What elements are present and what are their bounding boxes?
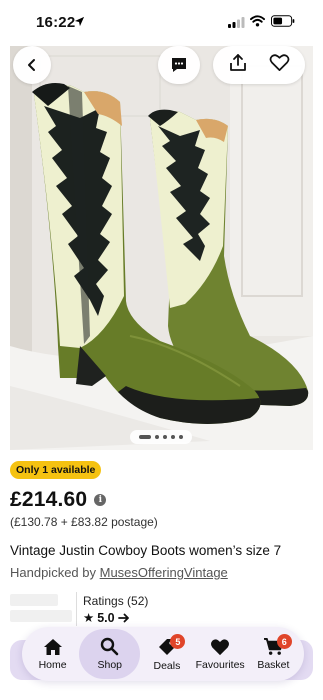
- cellular-signal-icon: [228, 17, 245, 28]
- home-icon: [43, 638, 62, 655]
- ratings-block: Ratings (52) ★ 5.0: [10, 592, 313, 630]
- seller-line: Handpicked by MusesOfferingVintage: [10, 565, 228, 580]
- deals-count-badge: 5: [170, 634, 186, 649]
- share-favourite-group: [213, 46, 305, 84]
- nav-basket[interactable]: Basket 6: [247, 629, 300, 679]
- seller-prefix: Handpicked by: [10, 565, 100, 580]
- loading-placeholder: [10, 610, 72, 622]
- nav-favourites-label: Favourites: [195, 658, 245, 671]
- heart-outline-icon: [269, 54, 290, 71]
- pager-dot: [155, 435, 159, 439]
- battery-icon: [271, 15, 295, 27]
- pager-dot-active: [139, 435, 151, 439]
- listing-title: Vintage Justin Cowboy Boots women’s size…: [10, 543, 282, 558]
- nav-deals-label: Deals: [153, 659, 181, 672]
- back-button[interactable]: [13, 46, 51, 84]
- ratings-link[interactable]: ★ 5.0: [83, 610, 130, 625]
- nav-home[interactable]: Home: [26, 629, 79, 679]
- arrow-right-icon: [117, 613, 129, 622]
- availability-badge: Only 1 available: [10, 461, 102, 479]
- product-image[interactable]: [10, 46, 313, 450]
- seller-link[interactable]: MusesOfferingVintage: [100, 565, 228, 580]
- chevron-left-icon: [28, 59, 35, 71]
- ratings-value: 5.0: [97, 610, 115, 625]
- message-seller-button[interactable]: [158, 46, 200, 84]
- status-bar: 16:22: [0, 0, 323, 46]
- price-breakdown: (£130.78 + £83.82 postage): [10, 515, 158, 529]
- search-icon: [101, 637, 119, 656]
- chat-bubble-icon: [172, 58, 186, 72]
- boots-photo: [10, 46, 313, 450]
- heart-icon: [211, 638, 230, 655]
- loading-placeholder: [10, 594, 58, 606]
- pager-dot: [179, 435, 183, 439]
- location-arrow-icon: [74, 16, 85, 27]
- share-icon: [229, 53, 246, 71]
- bottom-nav: Home Shop Deals 5 Favourites Basket 6: [22, 627, 304, 681]
- nav-home-label: Home: [38, 658, 67, 671]
- pager-dot: [171, 435, 175, 439]
- add-to-watchlist-button[interactable]: [269, 53, 290, 77]
- nav-shop[interactable]: Shop: [79, 629, 141, 679]
- price: £214.60: [10, 488, 88, 511]
- image-pager[interactable]: [130, 430, 192, 444]
- nav-favourites[interactable]: Favourites: [194, 629, 247, 679]
- share-button[interactable]: [228, 53, 248, 78]
- nav-basket-label: Basket: [257, 659, 290, 671]
- nav-shop-label: Shop: [97, 659, 123, 671]
- divider: [76, 592, 77, 626]
- star-icon: ★: [83, 611, 95, 625]
- info-icon[interactable]: i: [94, 494, 107, 506]
- pager-dot: [163, 435, 167, 439]
- status-time: 16:22: [36, 14, 76, 31]
- basket-count-badge: 6: [276, 634, 292, 649]
- wifi-icon: [250, 15, 265, 27]
- ratings-label: Ratings (52): [83, 594, 149, 608]
- nav-deals[interactable]: Deals 5: [140, 629, 193, 679]
- price-row: £214.60 i: [10, 488, 107, 512]
